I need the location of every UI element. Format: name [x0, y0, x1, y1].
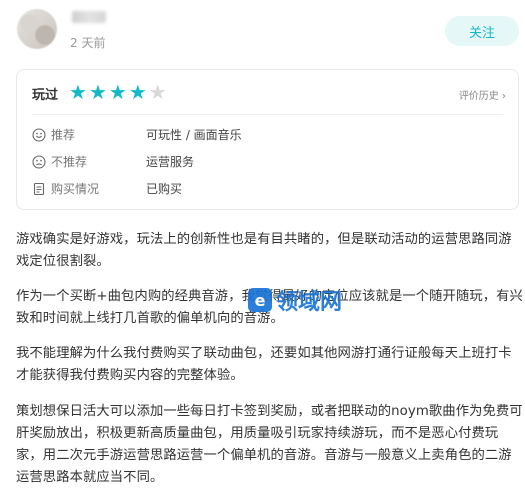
watermark-logo-icon: e	[248, 288, 272, 312]
detail-value: 已购买	[146, 182, 183, 196]
detail-row-purchase: 购买情况 已购买	[31, 180, 182, 197]
watermark: e 领域网	[248, 284, 342, 316]
star-icon: ★	[128, 80, 147, 104]
star-icon: ★	[108, 80, 127, 104]
chevron-right-icon: ›	[502, 91, 506, 102]
star-empty-icon: ★	[148, 80, 167, 104]
detail-row-recommend: 推荐 可玩性 / 画面音乐	[31, 126, 242, 143]
detail-label: 购买情况	[51, 182, 100, 196]
review-paragraph: 策划想保日活大可以添加一些每日打卡签到奖励，或者把联动的noym歌曲作为免费可肝…	[16, 404, 523, 485]
star-icon: ★	[69, 80, 87, 104]
detail-label: 不推荐	[51, 155, 88, 169]
played-label: 玩过	[32, 88, 59, 103]
review-paragraph: 我不能理解为什么我付费购买了联动曲包，还要如其他网游打通行证般每天上班打卡才能获…	[16, 346, 512, 383]
smile-icon	[31, 127, 47, 143]
star-icon: ★	[88, 80, 107, 104]
review-paragraph: 游戏确实是好游戏，玩法上的创新性也是有目共睹的，但是联动活动的运营思路同游戏定位…	[16, 232, 512, 269]
post-time: 2 天前	[70, 36, 106, 50]
card-divider	[32, 114, 503, 115]
detail-row-not-recommend: 不推荐 运营服务	[31, 153, 194, 170]
follow-button[interactable]: 关注	[445, 16, 519, 46]
star-rating: ★ ★ ★ ★ ★	[69, 82, 167, 102]
rating-history-link[interactable]: 评价历史 ›	[459, 87, 506, 102]
purchase-tag-icon	[31, 181, 47, 197]
frown-icon	[31, 154, 47, 170]
detail-value: 运营服务	[146, 155, 195, 169]
watermark-text: 领域网	[276, 290, 343, 315]
detail-value: 可玩性 / 画面音乐	[146, 128, 242, 142]
username[interactable]	[72, 11, 106, 23]
user-avatar[interactable]	[17, 9, 57, 49]
rating-history-label: 评价历史	[458, 91, 499, 102]
detail-label: 推荐	[51, 128, 76, 142]
rating-card: 玩过 ★ ★ ★ ★ ★ 评价历史 › 推荐 可玩性 / 画面音乐 不推荐 运营…	[16, 69, 519, 210]
